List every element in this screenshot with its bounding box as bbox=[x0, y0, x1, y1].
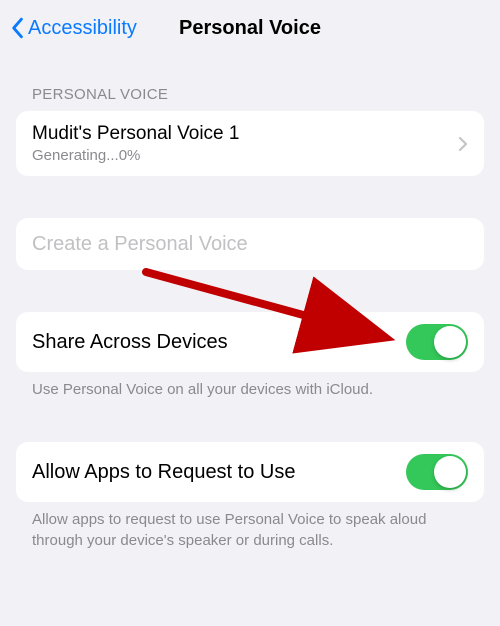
create-voice-group: Create a Personal Voice bbox=[16, 218, 484, 270]
back-button[interactable]: Accessibility bbox=[10, 17, 137, 40]
allow-apps-row: Allow Apps to Request to Use bbox=[16, 442, 484, 502]
chevron-left-icon bbox=[10, 17, 24, 39]
share-across-devices-toggle[interactable] bbox=[406, 324, 468, 360]
chevron-right-icon bbox=[458, 136, 468, 152]
share-devices-group: Share Across Devices bbox=[16, 312, 484, 372]
allow-apps-footer: Allow apps to request to use Personal Vo… bbox=[0, 502, 500, 551]
create-personal-voice-button[interactable]: Create a Personal Voice bbox=[16, 218, 484, 270]
section-header-personal-voice: PERSONAL VOICE bbox=[0, 56, 500, 111]
toggle-knob bbox=[434, 456, 466, 488]
share-across-devices-footer: Use Personal Voice on all your devices w… bbox=[0, 372, 500, 400]
voice-status: Generating...0% bbox=[32, 147, 140, 164]
voice-list-group: Mudit's Personal Voice 1 Generating...0% bbox=[16, 111, 484, 176]
personal-voice-item[interactable]: Mudit's Personal Voice 1 Generating...0% bbox=[16, 111, 484, 176]
voice-name: Mudit's Personal Voice 1 bbox=[32, 123, 239, 145]
allow-apps-group: Allow Apps to Request to Use bbox=[16, 442, 484, 502]
back-label: Accessibility bbox=[28, 17, 137, 40]
allow-apps-label: Allow Apps to Request to Use bbox=[32, 461, 295, 484]
toggle-knob bbox=[434, 326, 466, 358]
allow-apps-toggle[interactable] bbox=[406, 454, 468, 490]
navbar: Accessibility Personal Voice bbox=[0, 0, 500, 56]
share-across-devices-row: Share Across Devices bbox=[16, 312, 484, 372]
share-across-devices-label: Share Across Devices bbox=[32, 331, 228, 354]
